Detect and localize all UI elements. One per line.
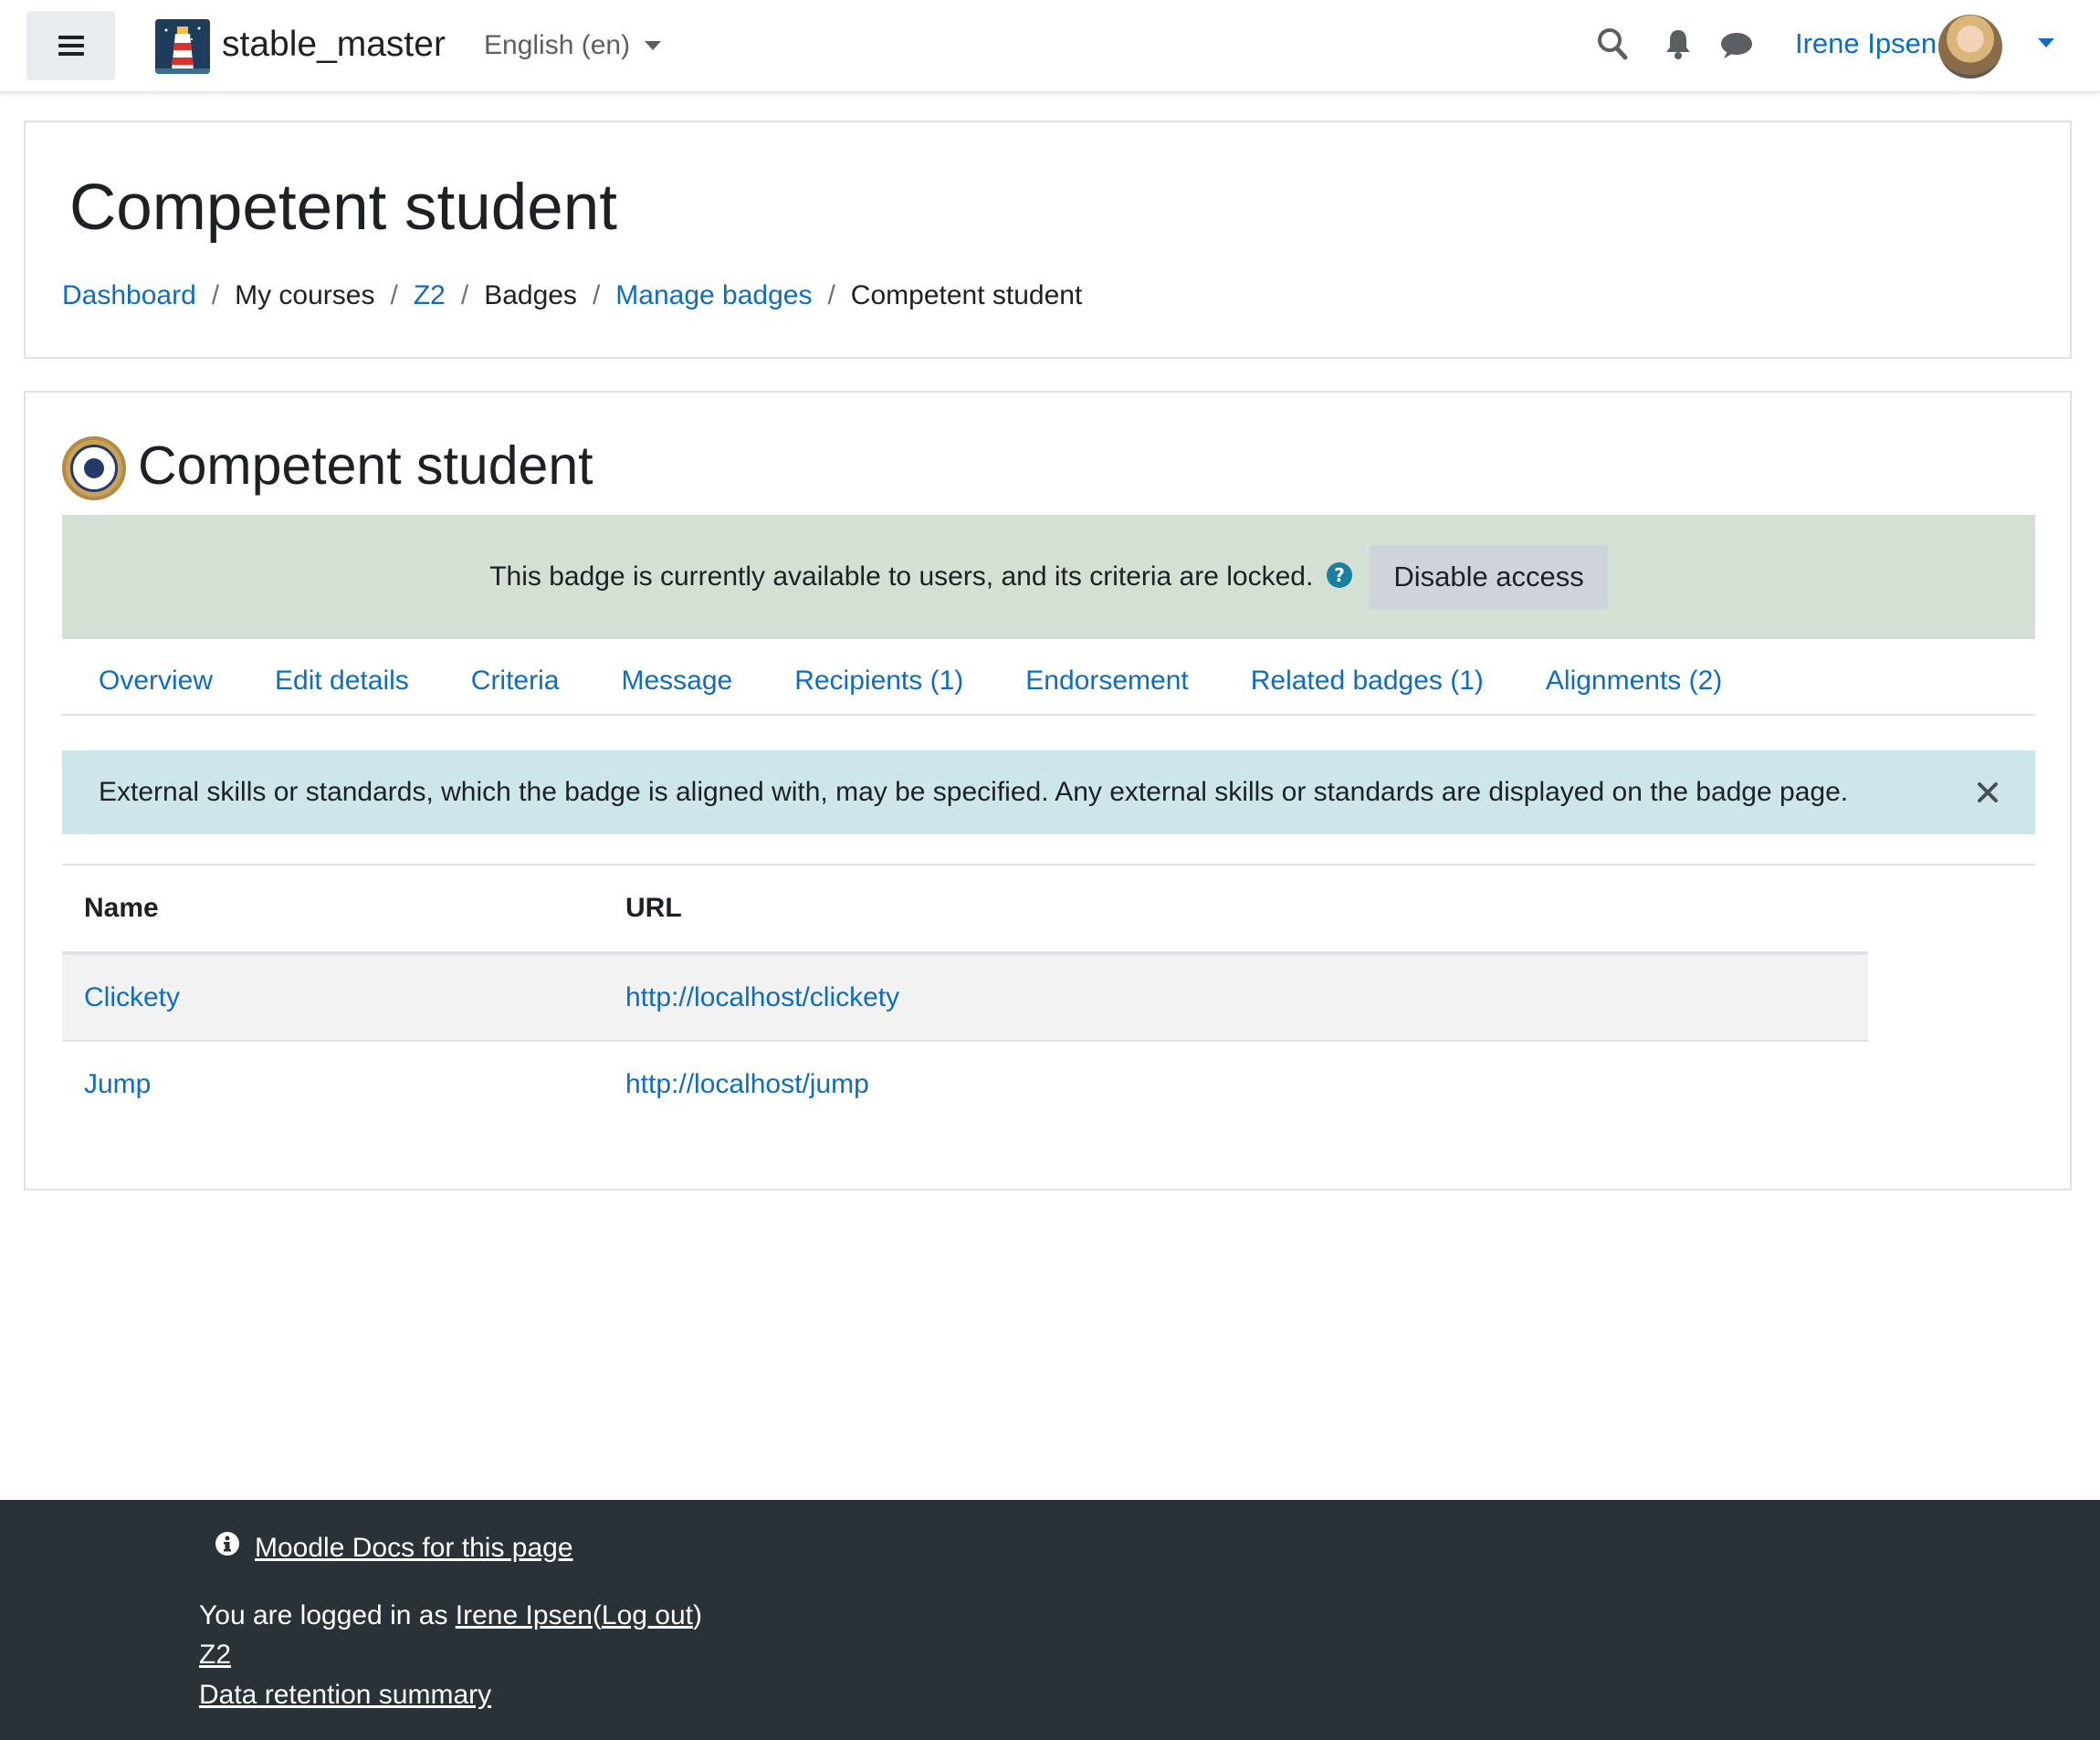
table-cell-url: http://localhost/clickety bbox=[604, 953, 1868, 1042]
open-paren: ( bbox=[592, 1600, 602, 1630]
table-row: Clickety http://localhost/clickety bbox=[62, 953, 1868, 1042]
menu-icon bbox=[58, 36, 84, 56]
column-header-url: URL bbox=[604, 865, 1868, 955]
footer-course-link[interactable]: Z2 bbox=[199, 1640, 231, 1670]
column-header-name: Name bbox=[62, 865, 604, 955]
avatar[interactable] bbox=[1938, 15, 2002, 79]
breadcrumb-course[interactable]: Z2 bbox=[414, 278, 446, 314]
table-row: Jump http://localhost/jump bbox=[62, 1041, 1868, 1127]
breadcrumb-dashboard[interactable]: Dashboard bbox=[62, 278, 196, 314]
chat-icon[interactable] bbox=[1720, 31, 1753, 65]
tab-criteria[interactable]: Criteria bbox=[440, 663, 591, 699]
chevron-down-icon[interactable] bbox=[2038, 38, 2054, 47]
help-icon[interactable]: ? bbox=[1326, 561, 1353, 593]
breadcrumb-badges: Badges bbox=[484, 280, 577, 310]
logout-link[interactable]: Log out bbox=[602, 1600, 693, 1630]
breadcrumb-my-courses: My courses bbox=[235, 280, 375, 310]
tab-endorsement[interactable]: Endorsement bbox=[994, 663, 1219, 699]
alignment-name-link[interactable]: Jump bbox=[84, 1069, 151, 1099]
footer-user-link[interactable]: Irene Ipsen bbox=[456, 1600, 593, 1630]
drawer-toggle-button[interactable] bbox=[26, 11, 115, 80]
bell-icon[interactable] bbox=[1664, 27, 1692, 65]
breadcrumb-current: Competent student bbox=[850, 280, 1083, 310]
breadcrumb-separator: / bbox=[827, 280, 835, 310]
tab-recipients[interactable]: Recipients (1) bbox=[763, 663, 994, 699]
breadcrumb-separator: / bbox=[211, 280, 220, 310]
tab-overview[interactable]: Overview bbox=[62, 663, 244, 699]
tab-related-badges[interactable]: Related badges (1) bbox=[1220, 663, 1515, 699]
footer-course-row: Z2 bbox=[199, 1637, 231, 1673]
badge-status-message: This badge is currently available to use… bbox=[489, 561, 1314, 592]
moodle-docs-link[interactable]: Moodle Docs for this page bbox=[255, 1530, 573, 1567]
svg-text:?: ? bbox=[1335, 564, 1346, 586]
language-label: English (en) bbox=[484, 30, 631, 60]
language-menu[interactable]: English (en) bbox=[484, 27, 662, 64]
breadcrumb-separator: / bbox=[592, 280, 601, 310]
info-alert: External skills or standards, which the … bbox=[62, 750, 2035, 834]
tab-alignments[interactable]: Alignments (2) bbox=[1515, 663, 1753, 699]
disable-access-button[interactable]: Disable access bbox=[1370, 545, 1608, 609]
table-cell-url: http://localhost/jump bbox=[604, 1041, 1868, 1127]
badge-title: Competent student bbox=[138, 435, 593, 496]
badge-tabs: Overview Edit details Criteria Message R… bbox=[62, 648, 2035, 716]
table-header-row: Name URL bbox=[62, 865, 1868, 955]
page-header: Competent student Dashboard / My courses… bbox=[24, 121, 2072, 359]
tab-message[interactable]: Message bbox=[590, 663, 763, 699]
user-menu-name[interactable]: Irene Ipsen bbox=[1795, 26, 1937, 62]
alignments-table: Name URL Clickety http://localhost/click… bbox=[62, 865, 1868, 1127]
table-cell-name: Clickety bbox=[62, 953, 604, 1042]
alignment-url-link[interactable]: http://localhost/clickety bbox=[625, 982, 899, 1012]
top-navbar: stable_master English (en) Irene Ipsen bbox=[0, 0, 2100, 92]
breadcrumb: Dashboard / My courses / Z2 / Badges / M… bbox=[62, 278, 1082, 314]
alignment-url-link[interactable]: http://localhost/jump bbox=[625, 1069, 869, 1099]
breadcrumb-manage-badges[interactable]: Manage badges bbox=[615, 278, 812, 314]
close-icon[interactable] bbox=[1977, 781, 1999, 808]
data-retention-link[interactable]: Data retention summary bbox=[199, 1680, 491, 1710]
tab-edit-details[interactable]: Edit details bbox=[244, 663, 440, 699]
info-icon bbox=[215, 1530, 240, 1567]
site-logo[interactable] bbox=[155, 19, 210, 74]
page-title: Competent student bbox=[69, 172, 617, 244]
badge-content-card: Competent student This badge is currentl… bbox=[24, 391, 2072, 1190]
footer-retention-row: Data retention summary bbox=[199, 1677, 491, 1714]
docs-row: Moodle Docs for this page bbox=[215, 1530, 573, 1567]
breadcrumb-separator: / bbox=[460, 280, 469, 310]
login-info: You are logged in as Irene Ipsen(Log out… bbox=[199, 1598, 702, 1634]
site-name[interactable]: stable_master bbox=[222, 24, 446, 66]
page-footer: Moodle Docs for this page You are logged… bbox=[0, 1500, 2100, 1740]
info-alert-message: External skills or standards, which the … bbox=[99, 777, 1849, 807]
search-icon[interactable] bbox=[1597, 27, 1628, 65]
close-paren: ) bbox=[692, 1600, 702, 1630]
badge-status-box: This badge is currently available to use… bbox=[62, 515, 2035, 639]
alignment-name-link[interactable]: Clickety bbox=[84, 982, 180, 1012]
logged-in-text: You are logged in as bbox=[199, 1600, 456, 1630]
table-cell-name: Jump bbox=[62, 1041, 604, 1127]
chevron-down-icon bbox=[645, 41, 662, 50]
breadcrumb-separator: / bbox=[390, 280, 398, 310]
badge-image bbox=[62, 436, 126, 500]
